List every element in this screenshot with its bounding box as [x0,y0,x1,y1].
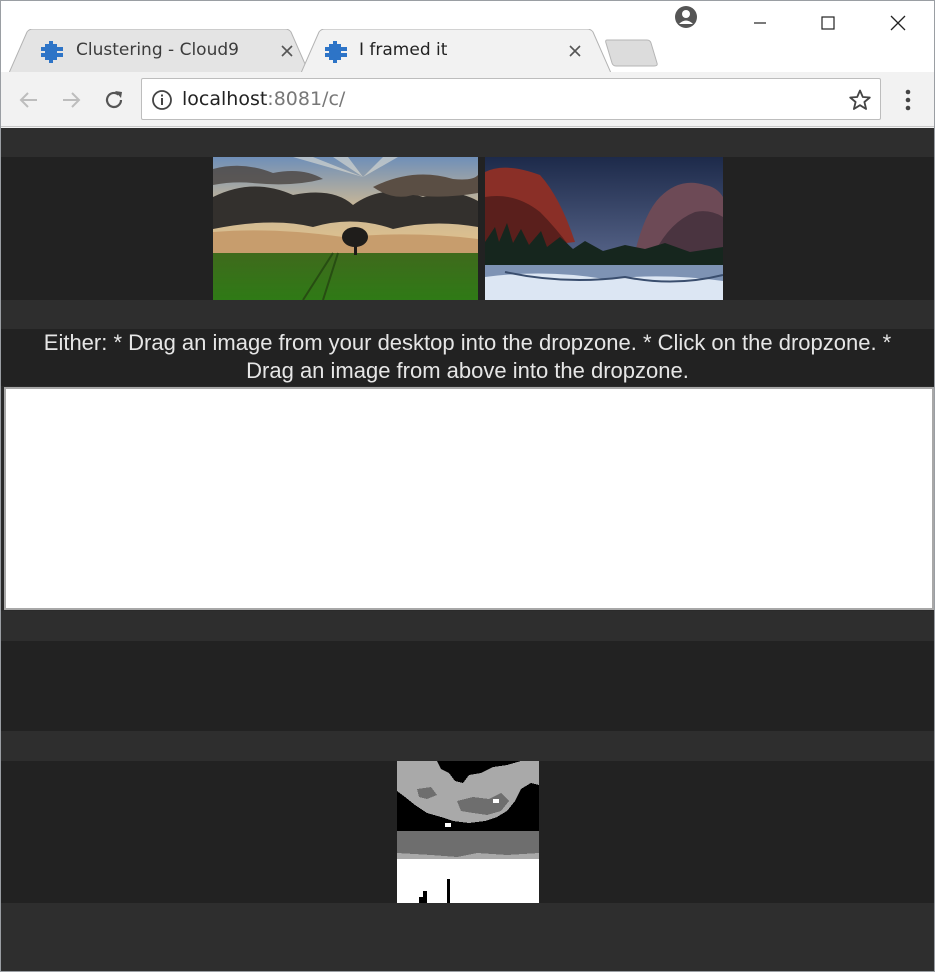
site-info-icon[interactable] [151,89,173,111]
spacer-band [1,731,934,761]
close-tab-icon[interactable] [567,43,583,59]
reload-icon [105,91,123,109]
clustered-result-image[interactable] [397,761,539,903]
maximize-button[interactable] [805,1,851,45]
spacer-band [1,300,934,329]
instructions-line-2: Drag an image from above into the dropzo… [246,358,689,383]
browser-menu-button[interactable] [894,86,922,114]
url-path: :8081/c/ [267,88,346,110]
reload-button[interactable] [100,86,128,114]
address-bar[interactable]: localhost:8081/c/ [141,78,881,120]
tab-title: I framed it [359,40,448,60]
minimize-button[interactable] [737,1,783,45]
cloud9-icon [325,41,349,63]
tab-title: Clustering - Cloud9 [76,40,239,60]
page-content: Either: * Drag an image from your deskto… [1,128,934,971]
mountain-cliffs-snow-image[interactable] [485,157,723,300]
close-tab-icon[interactable] [279,43,295,59]
dropzone[interactable] [4,387,934,610]
bookmark-star-icon[interactable] [848,88,872,112]
empty-band [1,641,934,731]
kebab-menu-icon [905,89,911,111]
browser-toolbar: localhost:8081/c/ [1,72,934,127]
spacer-band [1,128,934,157]
browser-window: Clustering - Cloud9 I framed it localhos… [0,0,935,972]
profile-icon[interactable] [674,5,698,29]
forward-arrow-icon [63,92,81,108]
url-text: localhost:8081/c/ [182,88,345,110]
sunset-tree-field-image[interactable] [213,157,478,300]
forward-button[interactable] [57,86,85,114]
back-arrow-icon [19,92,37,108]
url-host: localhost [182,88,268,110]
tab-clustering[interactable]: Clustering - Cloud9 [9,29,309,73]
tab-strip: Clustering - Cloud9 I framed it [1,1,934,73]
instructions-line-1: Either: * Drag an image from your deskto… [43,330,892,355]
close-window-button[interactable] [875,1,921,45]
cloud9-icon [41,41,65,63]
tab-i-framed-it[interactable]: I framed it [301,29,611,73]
spacer-band [1,611,934,641]
new-tab-button[interactable] [603,39,661,67]
back-button[interactable] [15,86,43,114]
instructions-text: Either: * Drag an image from your deskto… [1,329,934,385]
spacer-band [1,903,934,971]
